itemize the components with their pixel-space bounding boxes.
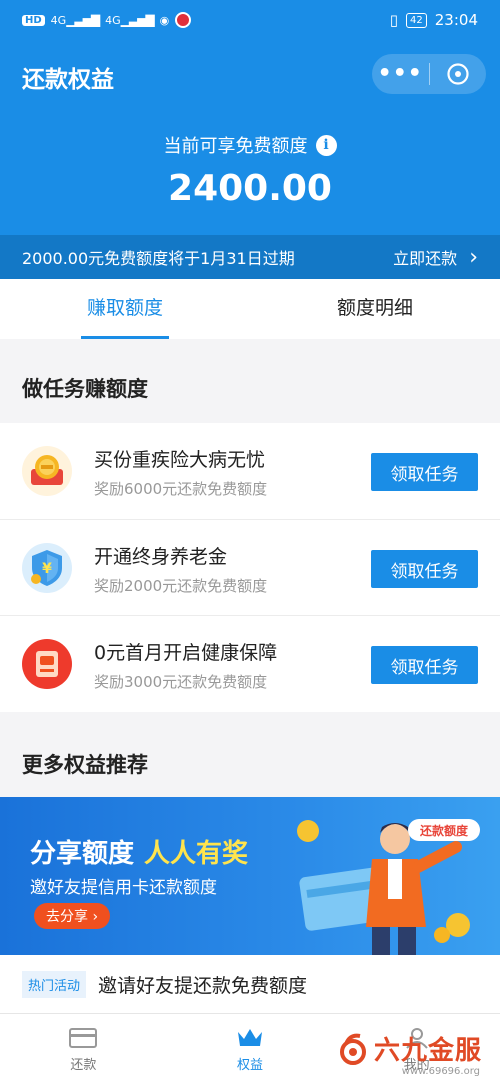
- task-name: 买份重疾险大病无忧: [94, 449, 266, 471]
- chevron-right-icon: ›: [469, 244, 478, 270]
- miniapp-capsule: •••: [372, 54, 486, 94]
- task-desc: 奖励6000元还款免费额度: [94, 480, 268, 498]
- close-target-icon: [447, 63, 469, 85]
- hd-badge: HD: [22, 14, 45, 26]
- task-desc: 奖励2000元还款免费额度: [94, 577, 268, 595]
- hot-activity-text: 邀请好友提还款免费额度: [98, 974, 308, 997]
- quota-amount: 2400.00: [168, 168, 332, 209]
- repay-now-link[interactable]: 立即还款 ›: [393, 245, 478, 270]
- task-name: 开通终身养老金: [94, 546, 228, 568]
- gold-coin-icon: [22, 446, 72, 496]
- watermark-url: www.69696.org: [401, 1066, 480, 1077]
- tab-bar: 赚取额度 额度明细: [0, 279, 500, 339]
- expire-text: 2000.00元免费额度将于1月31日过期: [22, 249, 295, 268]
- tab-quota-details[interactable]: 额度明细: [250, 279, 500, 339]
- claim-task-button[interactable]: 领取任务: [371, 646, 478, 684]
- share-quota-banner[interactable]: 分享额度 人人有奖 邀好友提信用卡还款额度 去分享 › 还款额度: [0, 797, 500, 955]
- banner-subtitle: 邀好友提信用卡还款额度: [30, 878, 217, 898]
- vibrate-icon: ▯: [389, 11, 399, 29]
- close-button[interactable]: [429, 62, 486, 86]
- status-left: HD 4G▁▃▅▇ 4G▁▃▅▇ ◉: [22, 12, 192, 28]
- task-item: ¥ 开通终身养老金 奖励2000元还款免费额度 领取任务: [0, 520, 500, 616]
- claim-task-button[interactable]: 领取任务: [371, 550, 478, 588]
- tabbar-item-benefits[interactable]: 权益: [167, 1014, 334, 1084]
- clock: 23:04: [434, 11, 478, 29]
- status-bar: HD 4G▁▃▅▇ 4G▁▃▅▇ ◉ ▯ 42 23:04: [0, 0, 500, 40]
- signal-1-label: 4G▁▃▅▇: [50, 13, 100, 27]
- wechat-status-icon: ◉: [159, 13, 170, 27]
- svg-text:¥: ¥: [42, 561, 52, 577]
- task-item: 0元首月开启健康保障 奖励3000元还款免费额度 领取任务: [0, 616, 500, 712]
- info-icon[interactable]: i: [315, 134, 337, 156]
- banner-illustration: 还款额度: [297, 819, 480, 955]
- quota-label-row: 当前可享免费额度 i: [0, 132, 500, 158]
- more-benefits-title: 更多权益推荐: [22, 753, 148, 777]
- more-button[interactable]: •••: [372, 54, 429, 94]
- tabbar-item-repay[interactable]: 还款: [0, 1014, 167, 1084]
- watermark: 六九金服: [336, 1030, 482, 1067]
- header: 还款权益 ••• 当前可享免费额度 i 2400.00: [0, 40, 500, 235]
- hot-activity-row[interactable]: 热门活动 邀请好友提还款免费额度: [0, 955, 500, 1013]
- card-icon: [69, 1027, 98, 1048]
- share-button[interactable]: 去分享 ›: [34, 903, 111, 929]
- watermark-logo-icon: [339, 1033, 366, 1065]
- watermark-brand: 六九金服: [373, 1036, 482, 1066]
- page-title: 还款权益: [22, 67, 114, 93]
- claim-task-button[interactable]: 领取任务: [371, 453, 478, 491]
- repay-now-label: 立即还款: [393, 249, 458, 268]
- banner-title: 分享额度 人人有奖: [30, 833, 248, 870]
- banner-tag: 还款额度: [419, 823, 469, 838]
- expire-notice-bar: 2000.00元免费额度将于1月31日过期 立即还款 ›: [0, 235, 500, 279]
- health-card-icon: [22, 639, 72, 689]
- quota-label: 当前可享免费额度: [163, 136, 308, 157]
- banner-title-main: 分享额度: [30, 839, 135, 869]
- tabbar-label: 还款: [70, 1057, 97, 1073]
- tasks-section-title: 做任务赚额度: [22, 377, 148, 401]
- battery-icon: 42: [406, 12, 427, 28]
- shield-yuan-icon: ¥: [22, 543, 72, 593]
- status-right: ▯ 42 23:04: [390, 11, 478, 29]
- banner-title-highlight: 人人有奖: [144, 839, 249, 869]
- signal-2-label: 4G▁▃▅▇: [105, 13, 154, 27]
- hot-activity-tag: 热门活动: [22, 970, 87, 998]
- task-desc: 奖励3000元还款免费额度: [94, 673, 268, 691]
- task-name: 0元首月开启健康保障: [94, 642, 278, 664]
- task-item: 买份重疾险大病无忧 奖励6000元还款免费额度 领取任务: [0, 423, 500, 519]
- crown-icon: [238, 1028, 262, 1046]
- notification-icon: [175, 12, 192, 28]
- tabbar-label: 权益: [237, 1057, 264, 1073]
- tab-earn-quota[interactable]: 赚取额度: [0, 279, 250, 339]
